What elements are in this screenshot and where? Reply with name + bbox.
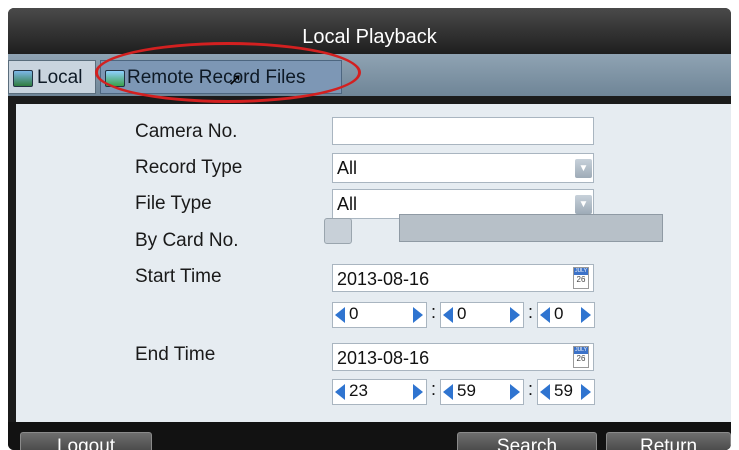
increment-icon[interactable] <box>510 307 520 323</box>
end-minute-spinner[interactable]: 59 <box>440 379 524 405</box>
calendar-icon[interactable]: JULY 26 <box>573 346 589 368</box>
card-no-input[interactable] <box>399 214 663 242</box>
remote-icon <box>105 70 125 87</box>
decrement-icon[interactable] <box>443 384 453 400</box>
window-title: Local Playback <box>8 8 731 54</box>
increment-icon[interactable] <box>413 307 423 323</box>
record-type-select[interactable]: All ▼ <box>332 153 594 183</box>
logout-button[interactable]: Logout <box>20 432 152 450</box>
decrement-icon[interactable] <box>540 307 550 323</box>
start-time-label: Start Time <box>135 266 222 287</box>
increment-icon[interactable] <box>510 384 520 400</box>
end-minute-value: 59 <box>457 381 476 400</box>
end-date-value: 2013-08-16 <box>337 348 430 368</box>
search-button[interactable]: Search <box>457 432 597 450</box>
local-playback-window: Local Playback Local Remote Record Files… <box>8 8 731 450</box>
start-second-value: 0 <box>554 304 564 323</box>
end-hour-value: 23 <box>349 381 368 400</box>
decrement-icon[interactable] <box>540 384 550 400</box>
start-date-value: 2013-08-16 <box>337 269 430 289</box>
file-type-label: File Type <box>135 193 212 214</box>
start-minute-spinner[interactable]: 0 <box>440 302 524 328</box>
return-button[interactable]: Return <box>606 432 731 450</box>
start-hour-value: 0 <box>349 304 359 323</box>
camera-no-label: Camera No. <box>135 121 238 142</box>
decrement-icon[interactable] <box>335 307 345 323</box>
record-type-value: All <box>337 158 358 178</box>
start-second-spinner[interactable]: 0 <box>537 302 595 328</box>
increment-icon[interactable] <box>581 307 591 323</box>
record-type-label: Record Type <box>135 157 243 178</box>
chevron-down-icon[interactable]: ▼ <box>575 159 592 178</box>
camera-no-input[interactable] <box>332 117 594 145</box>
increment-icon[interactable] <box>581 384 591 400</box>
end-date-input[interactable]: 2013-08-16 JULY 26 <box>332 343 594 371</box>
tab-local-label: Local <box>37 67 83 88</box>
end-second-spinner[interactable]: 59 <box>537 379 595 405</box>
by-card-no-checkbox[interactable] <box>324 218 352 244</box>
calendar-icon[interactable]: JULY 26 <box>573 267 589 289</box>
file-type-value: All <box>337 194 358 214</box>
decrement-icon[interactable] <box>443 307 453 323</box>
time-separator: : <box>431 302 437 322</box>
start-date-input[interactable]: 2013-08-16 JULY 26 <box>332 264 594 292</box>
tab-bar: Local Remote Record Files <box>8 54 731 96</box>
bottom-toolbar: Logout Search Return <box>8 422 731 450</box>
end-hour-spinner[interactable]: 23 <box>332 379 427 405</box>
search-form: Camera No. Record Type File Type By Card… <box>16 104 731 422</box>
local-icon <box>13 70 33 87</box>
start-hour-spinner[interactable]: 0 <box>332 302 427 328</box>
decrement-icon[interactable] <box>335 384 345 400</box>
tab-local[interactable]: Local <box>8 60 96 94</box>
by-card-no-label: By Card No. <box>135 230 239 251</box>
time-separator: : <box>528 379 534 399</box>
end-time-label: End Time <box>135 344 216 365</box>
increment-icon[interactable] <box>413 384 423 400</box>
time-separator: : <box>431 379 437 399</box>
tab-remote-label: Remote Record Files <box>127 67 306 88</box>
time-separator: : <box>528 302 534 322</box>
tab-remote-record-files[interactable]: Remote Record Files <box>100 60 342 94</box>
chevron-down-icon[interactable]: ▼ <box>575 195 592 214</box>
start-minute-value: 0 <box>457 304 467 323</box>
end-second-value: 59 <box>554 381 573 400</box>
